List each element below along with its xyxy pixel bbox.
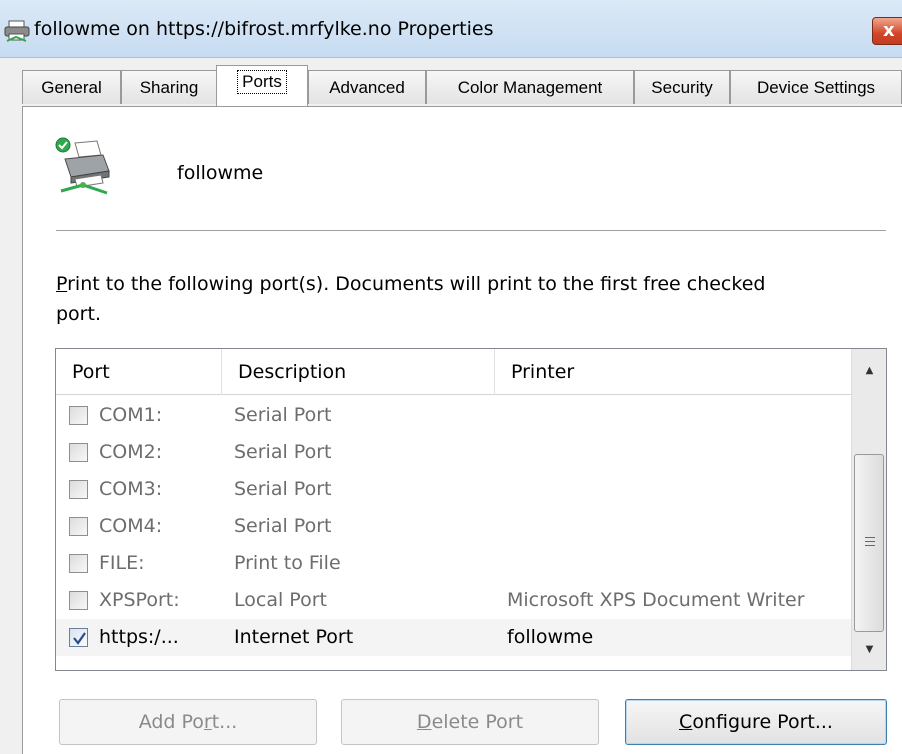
scroll-thumb[interactable] <box>854 454 884 632</box>
instructions-accel: P <box>56 273 68 295</box>
grip-icon <box>865 537 875 546</box>
tab-security[interactable]: Security <box>634 70 730 104</box>
port-checkbox[interactable] <box>69 406 88 425</box>
button-label: elete Port <box>431 711 524 733</box>
instructions-label: Print to the following port(s). Document… <box>56 269 816 329</box>
add-port-button[interactable]: Add Po r t... <box>59 699 317 745</box>
port-cell: COM3: <box>99 478 163 500</box>
column-header-printer[interactable]: Printer <box>495 349 851 395</box>
column-header-port[interactable]: Port <box>56 349 222 395</box>
port-cell: COM1: <box>99 404 163 426</box>
instructions-text: rint to the following port(s). Documents… <box>56 273 766 325</box>
port-checkbox[interactable] <box>69 591 88 610</box>
checkmark-icon <box>73 632 86 645</box>
port-cell: COM2: <box>99 441 163 463</box>
tab-ports[interactable]: Ports <box>216 65 308 106</box>
tab-general[interactable]: General <box>22 70 121 104</box>
tab-color-management[interactable]: Color Management <box>426 70 634 104</box>
description-cell: Print to File <box>234 552 341 574</box>
tab-label: Color Management <box>457 77 603 97</box>
description-cell: Serial Port <box>234 515 332 537</box>
port-checkbox[interactable] <box>69 554 88 573</box>
tab-device-settings[interactable]: Device Settings <box>730 70 902 104</box>
printer-name: followme <box>177 162 264 184</box>
scroll-up-arrow-icon[interactable]: ▲ <box>852 355 886 385</box>
title-bar[interactable]: followme on https://bifrost.mrfylke.no P… <box>0 0 902 58</box>
tab-label: Sharing <box>139 77 199 97</box>
tab-label: General <box>41 77 102 97</box>
description-cell: Internet Port <box>234 626 354 648</box>
divider <box>56 230 886 231</box>
column-header-description[interactable]: Description <box>222 349 495 395</box>
port-cell: FILE: <box>99 552 145 574</box>
port-cell: https:/... <box>99 626 179 648</box>
button-accel: C <box>679 711 693 733</box>
window-title: followme on https://bifrost.mrfylke.no P… <box>34 18 494 40</box>
button-label: Add Po <box>138 711 204 733</box>
description-cell: Serial Port <box>234 441 332 463</box>
printer-cell: followme <box>507 626 594 648</box>
port-list[interactable]: Port Description Printer COM1: Serial Po… <box>55 348 887 671</box>
port-row[interactable]: XPSPort: Local Port Microsoft XPS Docume… <box>56 582 851 619</box>
delete-port-button[interactable]: Delete Port <box>341 699 599 745</box>
button-accel: r <box>203 711 212 733</box>
list-header: Port Description Printer <box>56 349 851 395</box>
port-cell: COM4: <box>99 515 163 537</box>
networked-printer-default-icon <box>55 137 110 195</box>
port-cell: XPSPort: <box>99 589 180 611</box>
port-row[interactable]: COM4: Serial Port <box>56 508 851 545</box>
port-row[interactable]: https:/... Internet Port followme <box>56 619 851 656</box>
printer-cell: Microsoft XPS Document Writer <box>507 589 805 611</box>
description-cell: Serial Port <box>234 404 332 426</box>
port-row[interactable]: FILE: Print to File <box>56 545 851 582</box>
scroll-down-arrow-icon[interactable]: ▼ <box>852 634 886 664</box>
description-cell: Local Port <box>234 589 327 611</box>
close-icon: x <box>883 20 895 41</box>
tab-sharing[interactable]: Sharing <box>121 70 217 104</box>
configure-port-button[interactable]: Configure Port... <box>625 699 887 745</box>
tab-label: Ports <box>237 70 287 94</box>
tab-label: Security <box>651 77 713 97</box>
description-cell: Serial Port <box>234 478 332 500</box>
printer-icon <box>4 20 30 42</box>
port-row[interactable]: COM3: Serial Port <box>56 471 851 508</box>
close-button[interactable]: x <box>872 17 902 45</box>
button-label: onfigure Port... <box>692 711 833 733</box>
tab-advanced[interactable]: Advanced <box>308 70 426 104</box>
port-checkbox[interactable] <box>69 628 88 647</box>
port-row[interactable]: COM2: Serial Port <box>56 434 851 471</box>
port-checkbox[interactable] <box>69 517 88 536</box>
tab-label: Advanced <box>329 77 405 97</box>
port-checkbox[interactable] <box>69 443 88 462</box>
vertical-scrollbar[interactable]: ▲ ▼ <box>851 349 886 670</box>
button-label: t... <box>211 711 238 733</box>
port-checkbox[interactable] <box>69 480 88 499</box>
ports-panel: followme Print to the following port(s).… <box>22 106 902 754</box>
port-row[interactable]: COM1: Serial Port <box>56 397 851 434</box>
button-accel: D <box>416 711 432 733</box>
tab-label: Device Settings <box>756 77 876 97</box>
